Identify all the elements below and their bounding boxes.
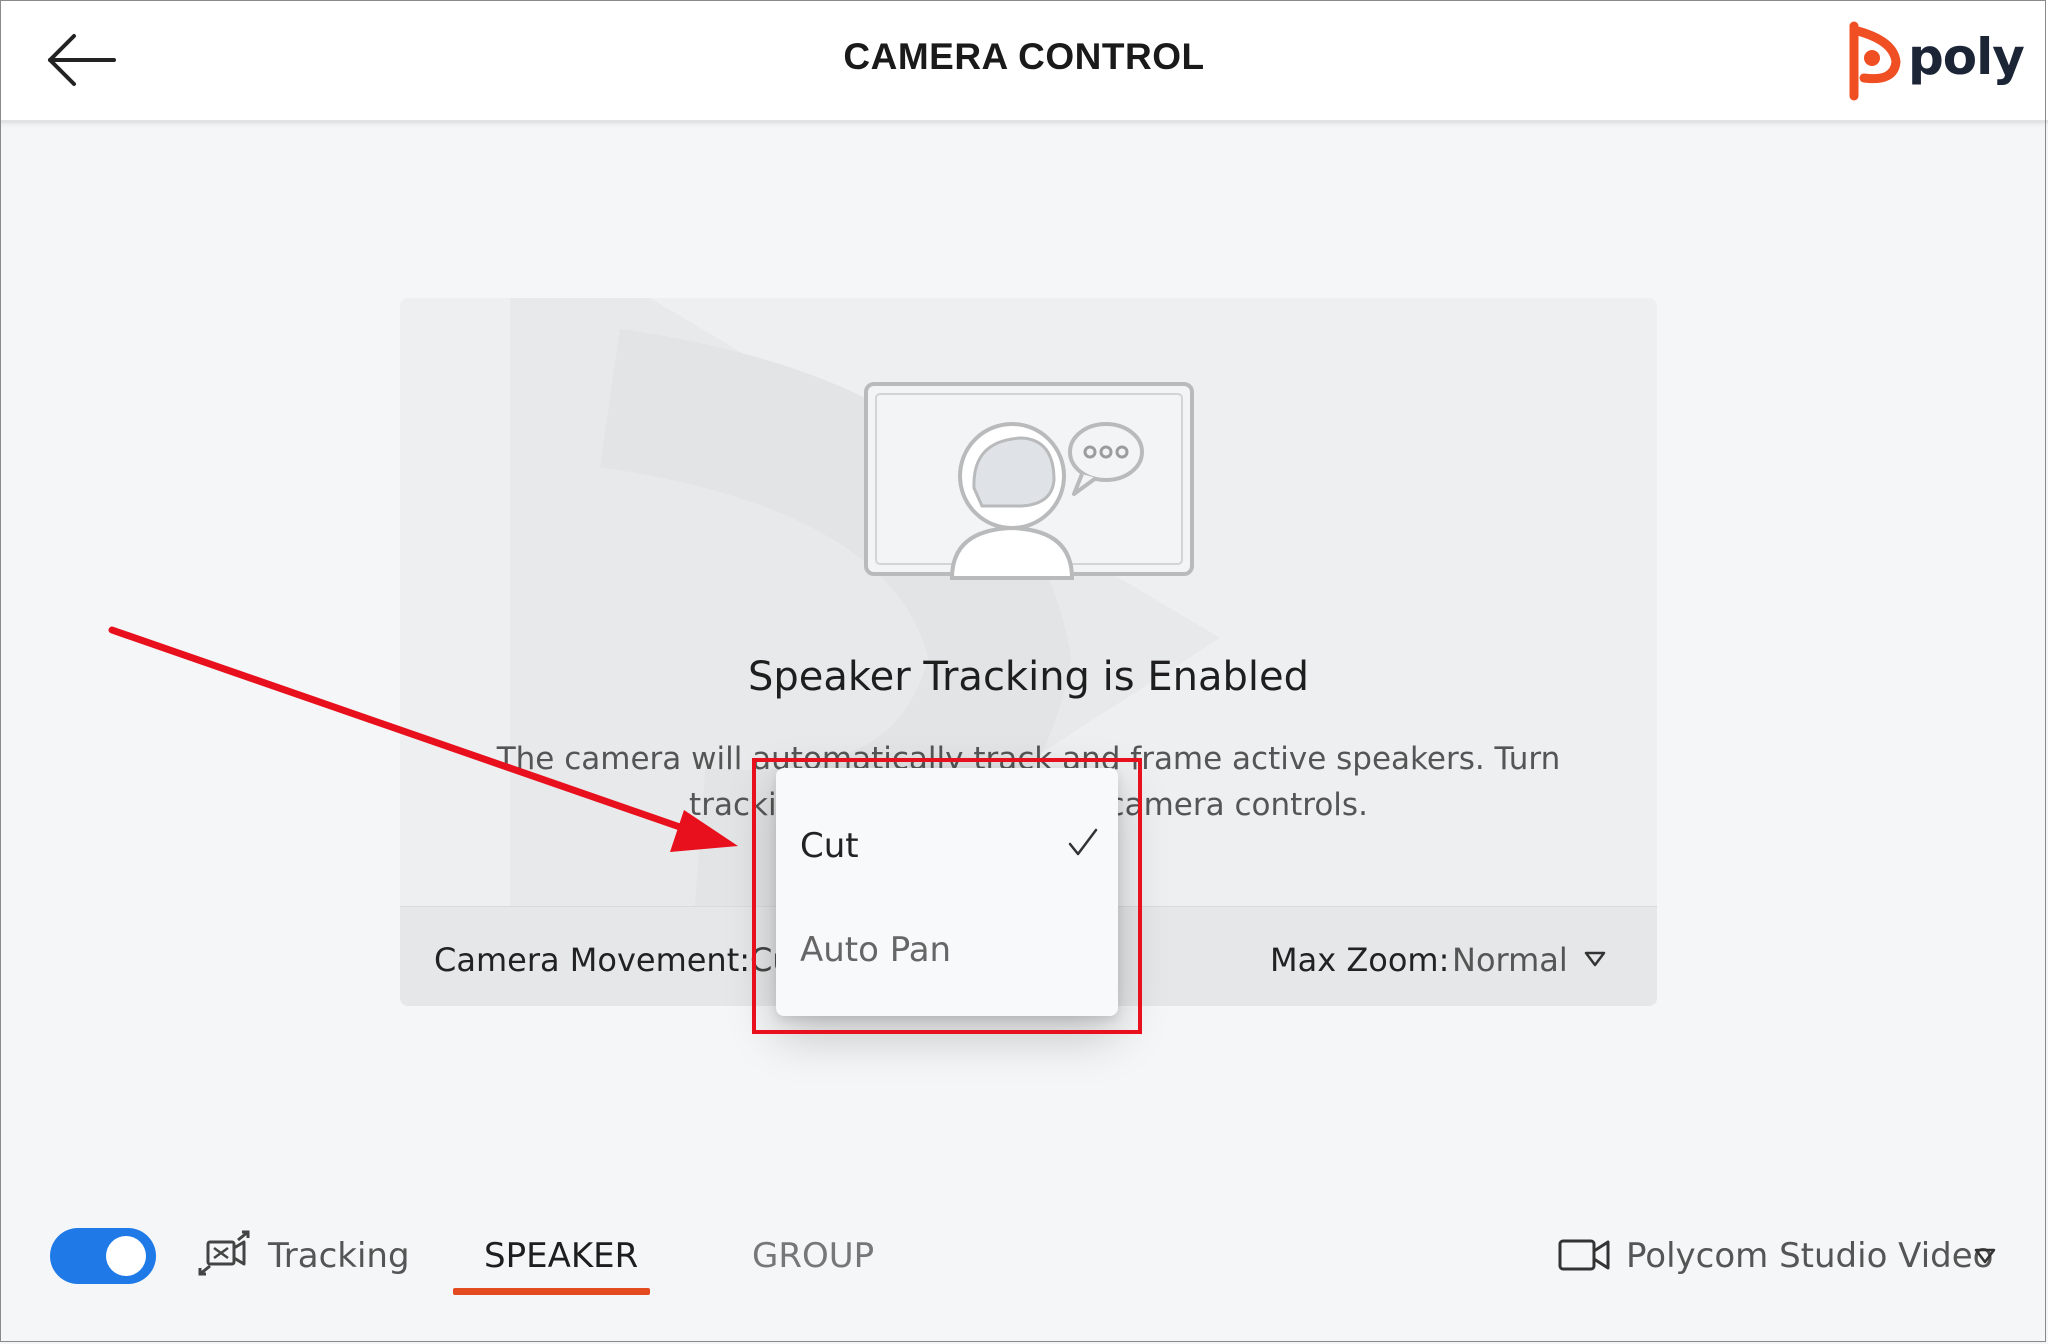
max-zoom-label: Max Zoom: <box>1270 941 1450 979</box>
video-camera-icon <box>1558 1239 1610 1271</box>
camera-device-select[interactable]: Polycom Studio Video <box>1626 1236 1993 1276</box>
max-zoom-select[interactable]: Normal <box>1452 941 1568 979</box>
page-title: CAMERA CONTROL <box>843 36 1205 77</box>
toggle-knob <box>106 1236 146 1276</box>
tracking-toggle[interactable] <box>50 1228 156 1284</box>
poly-logo: poly <box>1844 20 2030 102</box>
header-bar: CAMERA CONTROL poly <box>0 0 2048 123</box>
active-tab-indicator <box>453 1288 650 1295</box>
dropdown-option-auto-pan[interactable]: Auto Pan <box>776 906 1118 1006</box>
tab-speaker[interactable]: SPEAKER <box>484 1236 638 1276</box>
chevron-down-icon[interactable] <box>1584 951 1606 967</box>
camera-movement-label: Camera Movement: <box>434 941 751 979</box>
logo-text: poly <box>1908 28 2025 86</box>
speaker-tracking-illustration <box>864 382 1194 580</box>
checkmark-icon <box>1068 828 1098 856</box>
camera-tracking-icon <box>198 1230 250 1276</box>
tracking-status-title: Speaker Tracking is Enabled <box>748 654 1309 700</box>
tab-group[interactable]: GROUP <box>752 1236 874 1276</box>
camera-movement-dropdown: Cut Auto Pan <box>776 768 1118 1016</box>
option-label: Cut <box>800 826 859 866</box>
option-label: Auto Pan <box>800 930 952 970</box>
poly-logo-mark-icon <box>1849 21 1901 101</box>
tracking-label: Tracking <box>268 1236 410 1276</box>
chevron-down-icon[interactable] <box>1974 1248 1996 1264</box>
dropdown-option-cut[interactable]: Cut <box>776 798 1118 898</box>
